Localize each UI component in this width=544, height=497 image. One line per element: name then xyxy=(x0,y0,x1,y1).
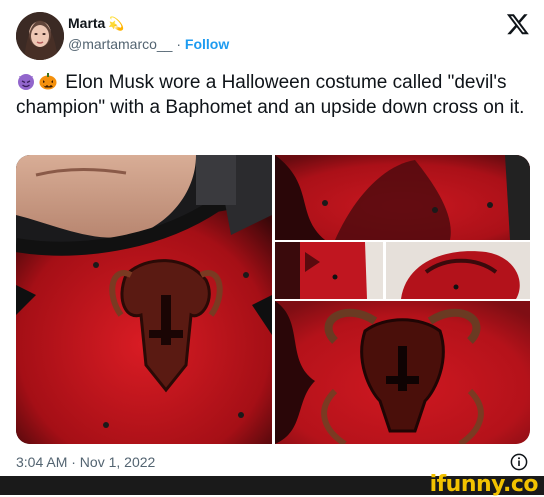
avatar[interactable] xyxy=(16,12,64,60)
jack-o-lantern-icon xyxy=(39,73,57,90)
handle-separator: · xyxy=(176,36,182,52)
ifunny-watermark: ifunny.co xyxy=(429,472,539,497)
author-display-name[interactable]: Marta xyxy=(68,15,105,31)
author-handle-row: @martamarco__ · Follow xyxy=(68,36,229,52)
author-name-row: Marta 💫 xyxy=(68,15,125,31)
media-grid xyxy=(16,155,530,444)
tweet-text: Elon Musk wore a Halloween costume calle… xyxy=(16,70,526,120)
tweet-body: Elon Musk wore a Halloween costume calle… xyxy=(16,72,525,118)
footer-bar: ifunny.co xyxy=(0,472,544,497)
costume-photo-chest[interactable] xyxy=(16,155,272,444)
dizzy-star-icon: 💫 xyxy=(108,15,125,31)
follow-button[interactable]: Follow xyxy=(185,36,229,52)
costume-photo-baphomet[interactable] xyxy=(275,301,530,444)
costume-photo-shoulder[interactable] xyxy=(275,155,530,240)
info-icon[interactable] xyxy=(510,453,528,471)
tweet-timestamp[interactable]: 3:04 AM · Nov 1, 2022 xyxy=(16,454,155,470)
x-logo-icon[interactable] xyxy=(506,12,530,36)
costume-photo-detail-left[interactable] xyxy=(275,242,383,299)
author-handle[interactable]: @martamarco__ xyxy=(68,36,172,52)
costume-photo-detail-right[interactable] xyxy=(386,242,530,299)
smiling-imp-icon xyxy=(18,74,34,90)
